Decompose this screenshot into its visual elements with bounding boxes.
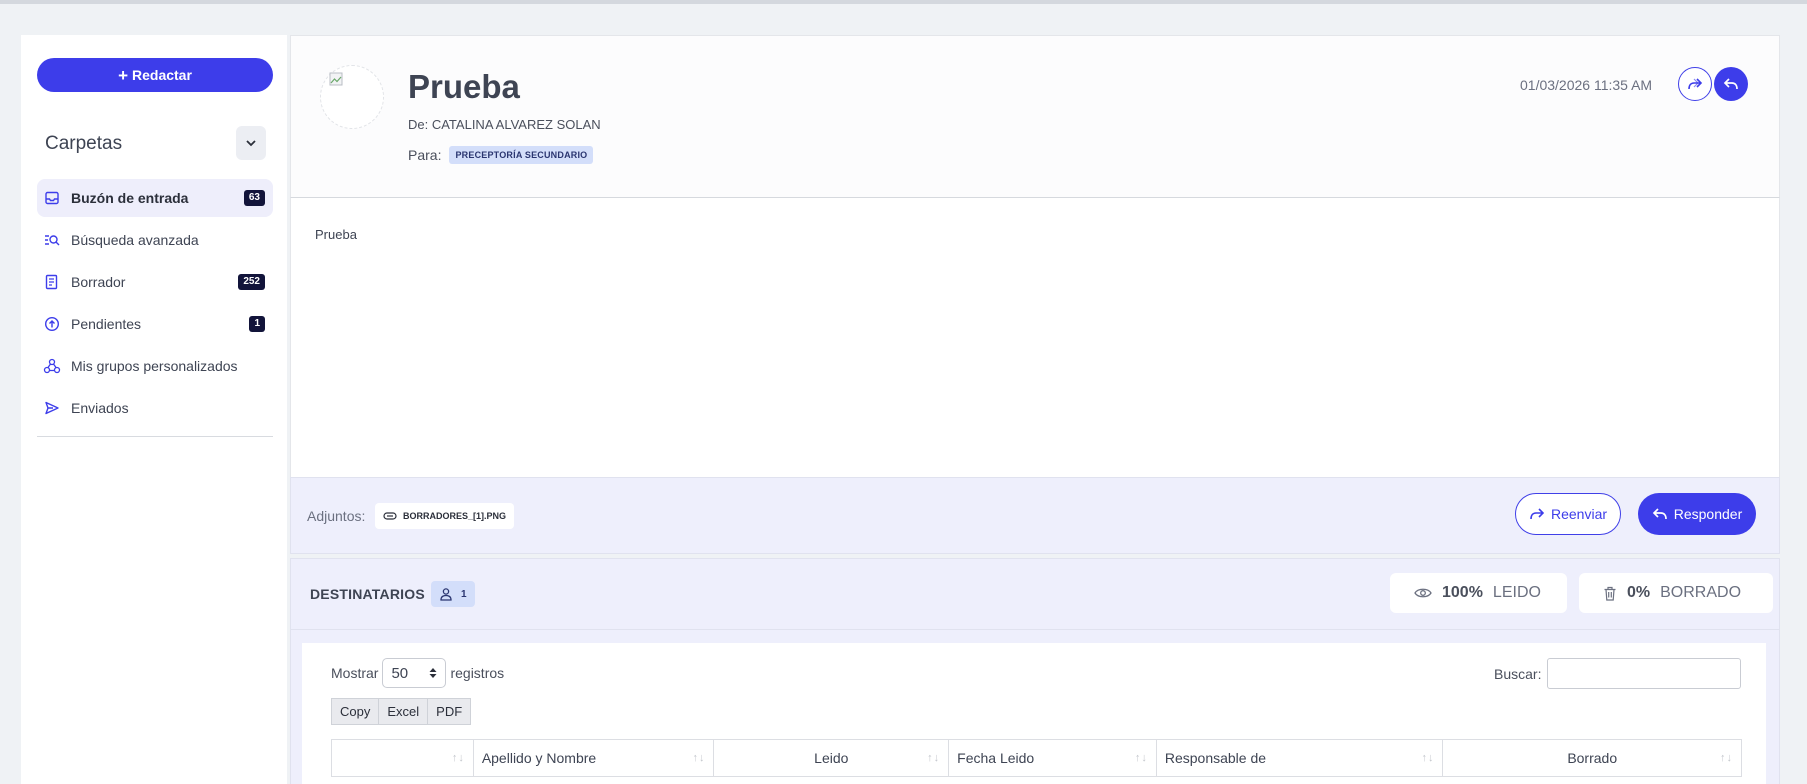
column-header-read[interactable]: Leido ↑↓: [714, 740, 950, 776]
groups-icon: [43, 357, 61, 375]
sidebar-item-draft[interactable]: Borrador 252: [37, 263, 273, 301]
sort-icon: ↑↓: [1421, 752, 1435, 764]
sort-updown-icon: [429, 668, 437, 678]
table-header: ↑↓ Apellido y Nombre ↑↓ Leido ↑↓ Fecha Lei…: [331, 739, 1742, 777]
sort-icon: ↑↓: [1720, 752, 1733, 764]
folders-toggle-button[interactable]: [236, 126, 266, 160]
send-icon: [43, 399, 61, 417]
draft-icon: [43, 273, 61, 291]
top-strip: [0, 0, 1807, 4]
sidebar-item-groups[interactable]: Mis grupos personalizados: [37, 347, 273, 385]
read-stat: 100% LEIDO: [1390, 573, 1567, 613]
table-search: Buscar:: [1494, 658, 1742, 689]
inbox-icon: [43, 189, 61, 207]
forward-icon: [1530, 508, 1545, 520]
message-header: Prueba De: CATALINA ALVAREZ SOLAN Para: …: [290, 35, 1780, 198]
recipients-header: DESTINATARIOS 1 100% LEIDO 0% BORRADO: [290, 558, 1780, 630]
message-from: De: CATALINA ALVAREZ SOLAN: [408, 117, 601, 132]
forward-icon-button[interactable]: [1678, 67, 1712, 101]
read-label: LEIDO: [1492, 584, 1541, 601]
forward-icon: [1688, 78, 1703, 90]
chevron-down-icon: [246, 140, 256, 147]
count-badge: 252: [238, 274, 265, 290]
pending-icon: [43, 315, 61, 333]
sort-icon: ↑↓: [927, 752, 941, 764]
attachment-chip[interactable]: BORRADORES_[1].PNG: [375, 503, 515, 529]
folder-nav: Buzón de entrada 63 Búsqueda avanzada Bo…: [37, 179, 273, 431]
trash-icon: [1604, 586, 1616, 601]
reply-icon: [1723, 78, 1738, 90]
compose-label: Redactar: [132, 67, 192, 83]
eye-icon: [1414, 588, 1432, 598]
sidebar-item-label: Enviados: [71, 400, 129, 416]
page-size-value: 50: [391, 664, 409, 682]
paperclip-icon: [383, 512, 397, 520]
page-size-select[interactable]: 50: [382, 658, 447, 688]
sidebar-divider: [37, 436, 273, 437]
search-input[interactable]: [1547, 658, 1742, 689]
pdf-button[interactable]: PDF: [427, 698, 472, 725]
message-to: Para: PRECEPTORÍA SECUNDARIO: [408, 146, 594, 164]
message-date: 01/03/2026 11:35 AM: [1520, 77, 1653, 93]
folders-title: Carpetas: [45, 133, 123, 154]
count-badge: 63: [243, 190, 265, 206]
recipients-count-value: 1: [461, 588, 467, 600]
message-subject: Prueba: [408, 68, 520, 105]
broken-image-icon: [329, 72, 343, 86]
reply-icon: [1652, 508, 1667, 520]
recipient-tag: PRECEPTORÍA SECUNDARIO: [449, 146, 594, 164]
message-body: Prueba: [290, 198, 1780, 477]
search-label: Buscar:: [1494, 665, 1542, 682]
recipients-count: 1: [431, 581, 475, 607]
recipients-table-area: Mostrar 50 registros Buscar: Copy Excel …: [290, 630, 1780, 784]
compose-button[interactable]: + Redactar: [37, 58, 273, 92]
sidebar-item-label: Borrador: [71, 274, 126, 290]
deleted-stat: 0% BORRADO: [1579, 573, 1773, 613]
attachment-filename: BORRADORES_[1].PNG: [403, 511, 507, 521]
sidebar-item-advanced-search[interactable]: Búsqueda avanzada: [37, 221, 273, 259]
sidebar-item-pending[interactable]: Pendientes 1: [37, 305, 273, 343]
column-header-read-date[interactable]: Fecha Leido ↑↓: [949, 740, 1157, 776]
sidebar-item-label: Pendientes: [71, 316, 142, 332]
sidebar-item-label: Buzón de entrada: [71, 190, 189, 206]
recipients-title: DESTINATARIOS: [310, 586, 425, 602]
sender-avatar: [320, 65, 384, 129]
sidebar: + Redactar Carpetas Buzón de entrada 63 …: [21, 35, 287, 784]
sidebar-item-label: Mis grupos personalizados: [71, 358, 238, 374]
forward-button[interactable]: Reenviar: [1515, 493, 1621, 535]
reply-icon-button[interactable]: [1714, 67, 1748, 101]
column-header-deleted[interactable]: Borrado ↑↓: [1443, 740, 1741, 776]
copy-button[interactable]: Copy: [331, 698, 380, 725]
column-header-responsible[interactable]: Responsable de ↑↓: [1157, 740, 1444, 776]
sort-icon: ↑↓: [1134, 752, 1148, 764]
deleted-label: BORRADO: [1660, 584, 1742, 601]
sidebar-item-inbox[interactable]: Buzón de entrada 63: [37, 179, 273, 217]
sort-icon: ↑↓: [692, 752, 706, 764]
deleted-percent: 0%: [1627, 584, 1651, 601]
excel-button[interactable]: Excel: [378, 698, 429, 725]
export-buttons: Copy Excel PDF: [331, 698, 472, 725]
count-badge: 1: [249, 316, 265, 332]
column-header-name[interactable]: Apellido y Nombre ↑↓: [474, 740, 715, 776]
records-label: registros: [450, 665, 505, 681]
reply-button[interactable]: Responder: [1638, 493, 1756, 535]
attachments-label: Adjuntos:: [307, 508, 366, 524]
page-size-control: Mostrar 50 registros: [331, 658, 504, 688]
show-label: Mostrar: [331, 665, 379, 681]
attachments-bar: Adjuntos: BORRADORES_[1].PNG Reenviar Re…: [290, 477, 1780, 554]
sort-icon: ↑↓: [451, 752, 465, 764]
sidebar-item-sent[interactable]: Enviados: [37, 389, 273, 427]
message-view: Prueba De: CATALINA ALVAREZ SOLAN Para: …: [290, 35, 1780, 784]
recipients-table-panel: Mostrar 50 registros Buscar: Copy Excel …: [302, 643, 1766, 784]
message-body-text: Prueba: [315, 227, 357, 242]
sidebar-item-label: Búsqueda avanzada: [71, 232, 199, 248]
plus-icon: +: [118, 65, 128, 85]
column-header-select[interactable]: ↑↓: [332, 740, 474, 776]
user-icon: [440, 588, 452, 601]
reply-label: Responder: [1673, 506, 1743, 522]
advanced-search-icon: [43, 231, 61, 249]
read-percent: 100%: [1442, 584, 1483, 601]
to-label: Para:: [408, 147, 442, 163]
forward-label: Reenviar: [1550, 506, 1608, 522]
